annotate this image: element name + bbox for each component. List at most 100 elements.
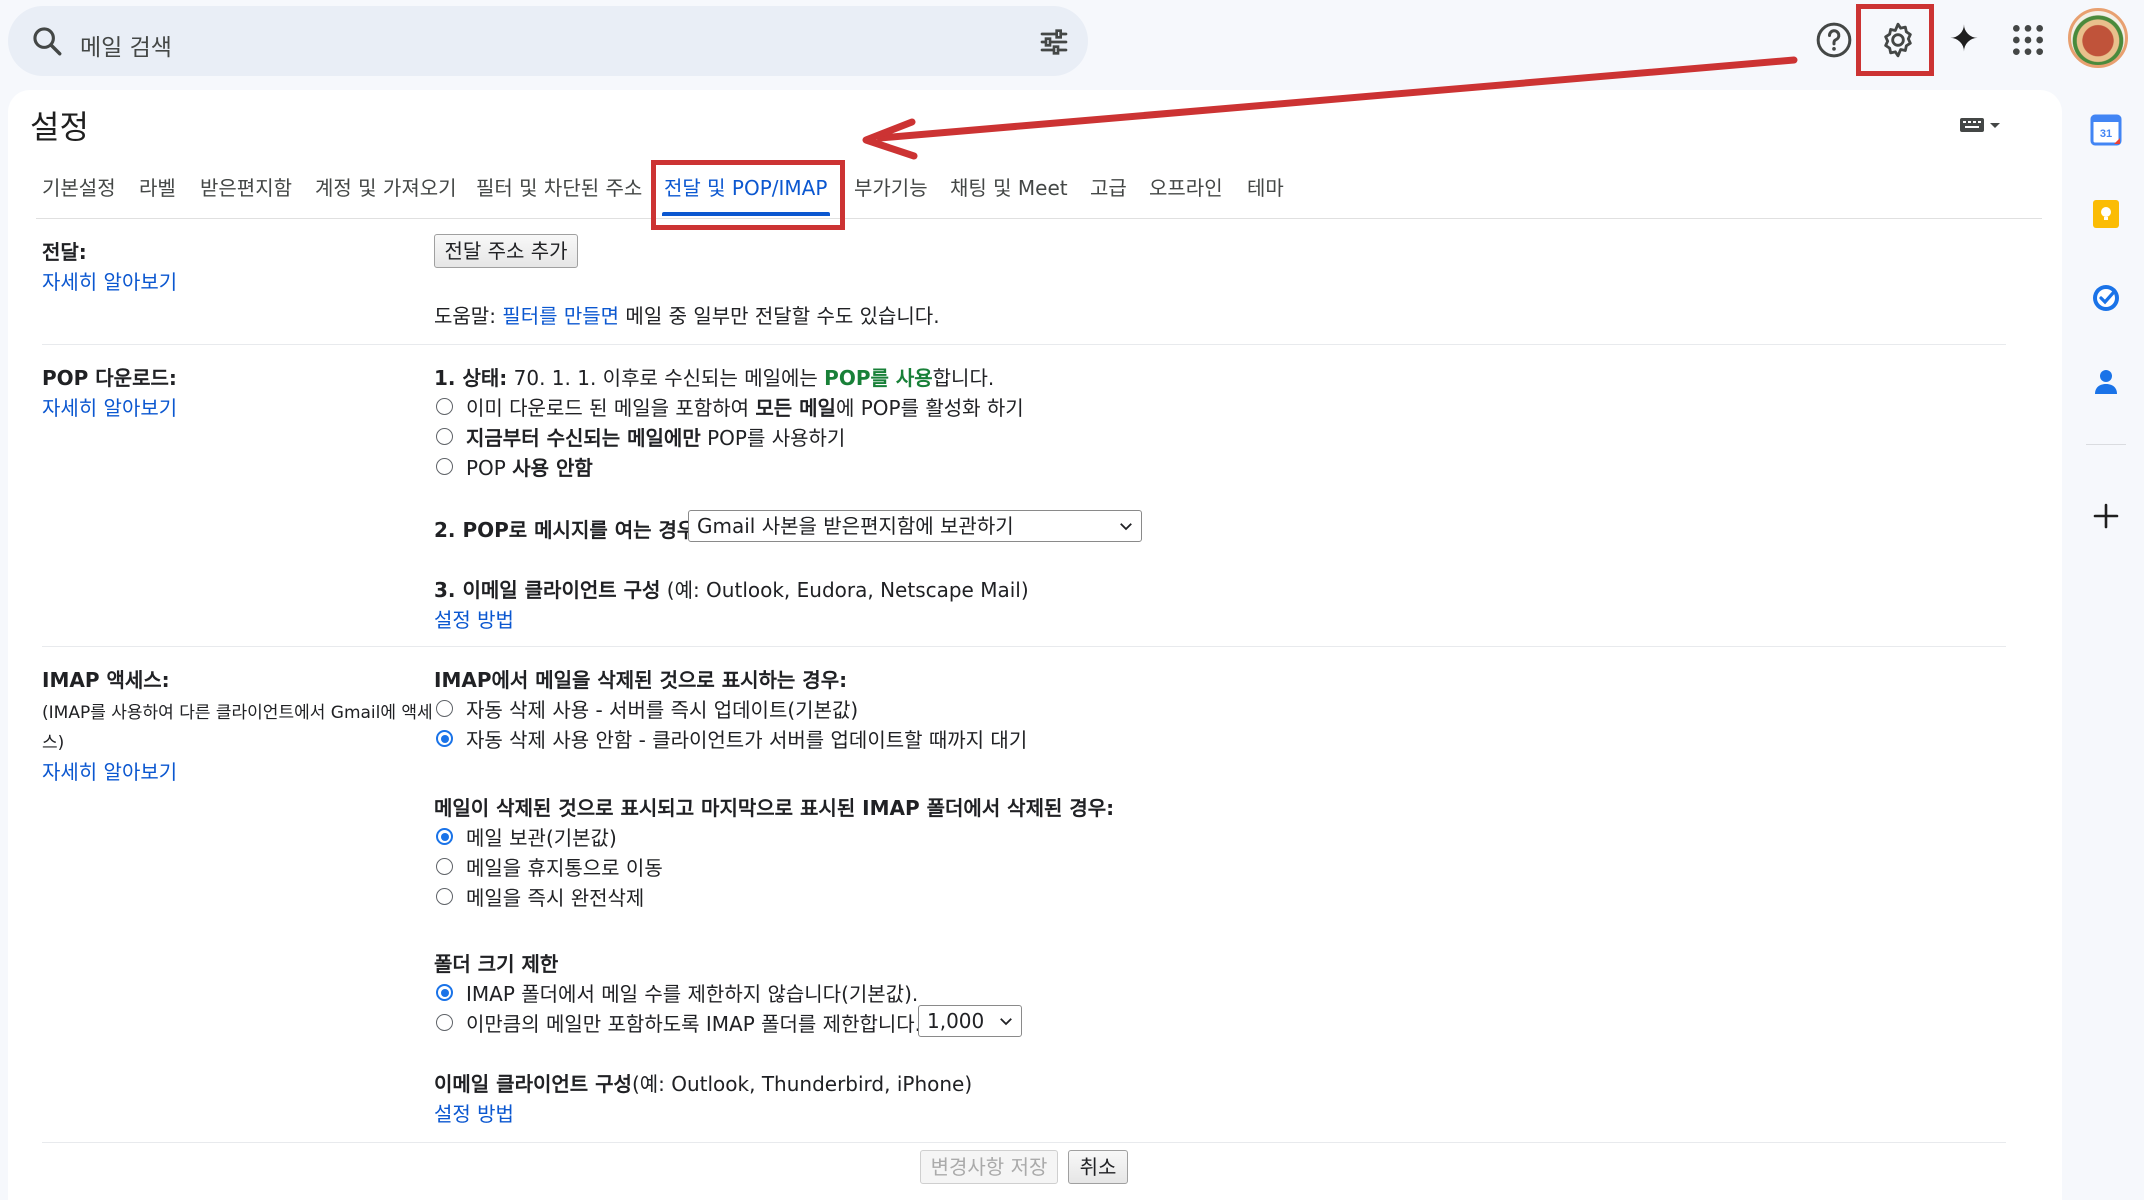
imap-client-examples: (예: Outlook, Thunderbird, iPhone): [631, 1072, 973, 1096]
save-changes-button[interactable]: 변경사항 저장: [920, 1150, 1058, 1184]
tab-inbox[interactable]: 받은편지함: [200, 172, 292, 201]
chevron-down-icon: [1120, 523, 1132, 531]
pop-client-config-line: 3. 이메일 클라이언트 구성 (예: Outlook, Eudora, Net…: [434, 574, 1029, 603]
section-divider: [42, 646, 2006, 647]
pop-download-label: POP 다운로드:: [42, 366, 177, 390]
imap-auto-expunge-on-radio[interactable]: [436, 700, 453, 717]
pop-enable-new-radio[interactable]: [436, 428, 453, 445]
heading-text: 폴더 크기 제한: [434, 952, 559, 976]
pop-status-label: 1. 상태:: [434, 366, 508, 390]
imap-client-config-line: 이메일 클라이언트 구성(예: Outlook, Thunderbird, iP…: [434, 1068, 972, 1097]
option-text: POP를 사용하기: [700, 426, 846, 450]
imap-move-trash-radio[interactable]: [436, 858, 453, 875]
pop-status-end: 합니다.: [932, 366, 995, 390]
heading-text: IMAP에서 메일을 삭제된 것으로 표시하는 경우:: [434, 668, 848, 692]
search-icon[interactable]: [30, 24, 64, 58]
imap-setup-instructions-link[interactable]: 설정 방법: [434, 1098, 514, 1127]
gemini-spark-icon[interactable]: ✦: [1944, 20, 1984, 60]
tab-advanced[interactable]: 고급: [1090, 172, 1127, 201]
imap-folder-limit-select[interactable]: 1,000: [918, 1005, 1022, 1037]
pop-when-label-text: 2. POP로 메시지를 여는 경우: [434, 518, 696, 542]
tab-filters[interactable]: 필터 및 차단된 주소: [476, 172, 642, 201]
cancel-button[interactable]: 취소: [1068, 1150, 1128, 1184]
pop-client-examples: (예: Outlook, Eudora, Netscape Mail): [660, 578, 1029, 602]
contacts-icon[interactable]: [2090, 366, 2122, 398]
heading-text: 메일이 삭제된 것으로 표시되고 마지막으로 표시된 IMAP 폴더에서 삭제된…: [434, 796, 1115, 820]
imap-delete-forever-label: 메일을 즉시 완전삭제: [466, 886, 645, 910]
tab-general[interactable]: 기본설정: [42, 172, 116, 201]
imap-auto-expunge-on-label: 자동 삭제 사용 - 서버를 즉시 업데이트(기본값): [466, 698, 859, 722]
imap-auto-expunge-off-label: 자동 삭제 사용 안함 - 클라이언트가 서버를 업데이트할 때까지 대기: [466, 728, 1028, 752]
tab-themes[interactable]: 테마: [1247, 172, 1284, 201]
apps-grid-icon[interactable]: [2008, 20, 2048, 60]
imap-delete-forever-radio[interactable]: [436, 888, 453, 905]
search-options-icon[interactable]: [1038, 26, 1070, 58]
forwarding-label: 전달:: [42, 240, 87, 264]
imap-expunge-heading: 메일이 삭제된 것으로 표시되고 마지막으로 표시된 IMAP 폴더에서 삭제된…: [434, 792, 1114, 821]
option-text: 에 POP를 활성화 하기: [835, 396, 1024, 420]
help-prefix: 도움말:: [434, 304, 503, 328]
pop-status-text: 70. 1. 1. 이후로 수신되는 메일에는: [507, 366, 825, 390]
add-forwarding-address-button[interactable]: 전달 주소 추가: [434, 234, 578, 268]
pop-enable-new-label: 지금부터 수신되는 메일에만 POP를 사용하기: [466, 422, 845, 451]
option-bold: 모든 메일: [755, 396, 836, 420]
pop-learn-more-link[interactable]: 자세히 알아보기: [42, 392, 177, 421]
imap-description: (IMAP를 사용하여 다른 클라이언트에서 Gmail에 액세: [42, 703, 433, 723]
tab-chat-meet[interactable]: 채팅 및 Meet: [950, 172, 1068, 201]
section-divider: [42, 344, 2006, 345]
pop-enable-all-label: 이미 다운로드 된 메일을 포함하여 모든 메일에 POP를 활성화 하기: [466, 392, 1024, 421]
search-input[interactable]: 메일 검색: [80, 28, 172, 62]
option-bold: 지금부터 수신되는 메일에만: [466, 426, 701, 450]
tabs-divider: [36, 218, 2042, 219]
tab-accounts-import[interactable]: 계정 및 가져오기: [315, 172, 457, 201]
imap-limit-radio[interactable]: [436, 1014, 453, 1031]
pop-disable-radio[interactable]: [436, 458, 453, 475]
forwarding-learn-more-link[interactable]: 자세히 알아보기: [42, 266, 177, 295]
pop-enable-all-radio[interactable]: [436, 398, 453, 415]
imap-no-limit-radio[interactable]: [436, 984, 453, 1001]
option-bold: 사용 안함: [512, 456, 593, 480]
folder-limit-value: 1,000: [927, 1009, 985, 1033]
pop-when-accessed-label: 2. POP로 메시지를 여는 경우: [434, 514, 695, 543]
forwarding-help-text: 도움말: 필터를 만들면 메일 중 일부만 전달할 수도 있습니다.: [434, 300, 940, 329]
page-title: 설정: [30, 108, 89, 146]
pop-action-select[interactable]: Gmail 사본을 받은편지함에 보관하기: [688, 510, 1142, 542]
tab-labels[interactable]: 라벨: [139, 172, 176, 201]
imap-archive-label: 메일 보관(기본값): [466, 826, 617, 850]
input-tools-keyboard-icon[interactable]: [1958, 114, 2002, 136]
search-bar[interactable]: 메일 검색: [8, 6, 1088, 76]
chevron-down-icon: [1000, 1018, 1012, 1026]
imap-client-label: 이메일 클라이언트 구성: [434, 1072, 632, 1096]
account-avatar[interactable]: [2068, 8, 2128, 68]
imap-access-label: IMAP 액세스:: [42, 668, 170, 692]
calendar-icon[interactable]: 31: [2090, 114, 2122, 146]
settings-panel: [8, 90, 2062, 1200]
create-filter-link[interactable]: 필터를 만들면: [502, 304, 619, 328]
imap-archive-radio[interactable]: [436, 828, 453, 845]
option-text: 이미 다운로드 된 메일을 포함하여: [466, 396, 756, 420]
imap-limit-label: 이만큼의 메일만 포함하도록 IMAP 폴더를 제한합니다.: [466, 1012, 922, 1036]
highlight-box-gear: [1856, 4, 1934, 76]
add-addon-icon[interactable]: [2090, 500, 2122, 532]
tab-offline[interactable]: 오프라인: [1149, 172, 1223, 201]
tasks-icon[interactable]: [2090, 282, 2122, 314]
imap-description-cont: 스): [42, 733, 65, 753]
side-panel-divider: [2086, 444, 2126, 445]
imap-auto-expunge-off-radio[interactable]: [436, 730, 453, 747]
imap-learn-more-link[interactable]: 자세히 알아보기: [42, 756, 177, 785]
imap-no-limit-label: IMAP 폴더에서 메일 수를 제한하지 않습니다(기본값).: [466, 982, 919, 1006]
option-text: POP: [466, 456, 513, 480]
pop-status-line: 1. 상태: 70. 1. 1. 이후로 수신되는 메일에는 POP를 사용합니…: [434, 362, 994, 391]
imap-folder-size-heading: 폴더 크기 제한: [434, 948, 558, 977]
tab-addons[interactable]: 부가기능: [854, 172, 928, 201]
pop-setup-instructions-link[interactable]: 설정 방법: [434, 604, 514, 633]
keep-icon[interactable]: [2090, 198, 2122, 230]
help-suffix: 메일 중 일부만 전달할 수도 있습니다.: [619, 304, 940, 328]
help-icon[interactable]: [1814, 20, 1854, 60]
pop-action-select-value: Gmail 사본을 받은편지함에 보관하기: [697, 514, 1014, 538]
calendar-day: 31: [2100, 128, 2112, 140]
pop-status-highlight: POP를 사용: [824, 366, 933, 390]
pop-disable-label: POP 사용 안함: [466, 452, 593, 481]
section-divider: [42, 1142, 2006, 1143]
imap-move-trash-label: 메일을 휴지통으로 이동: [466, 856, 663, 880]
